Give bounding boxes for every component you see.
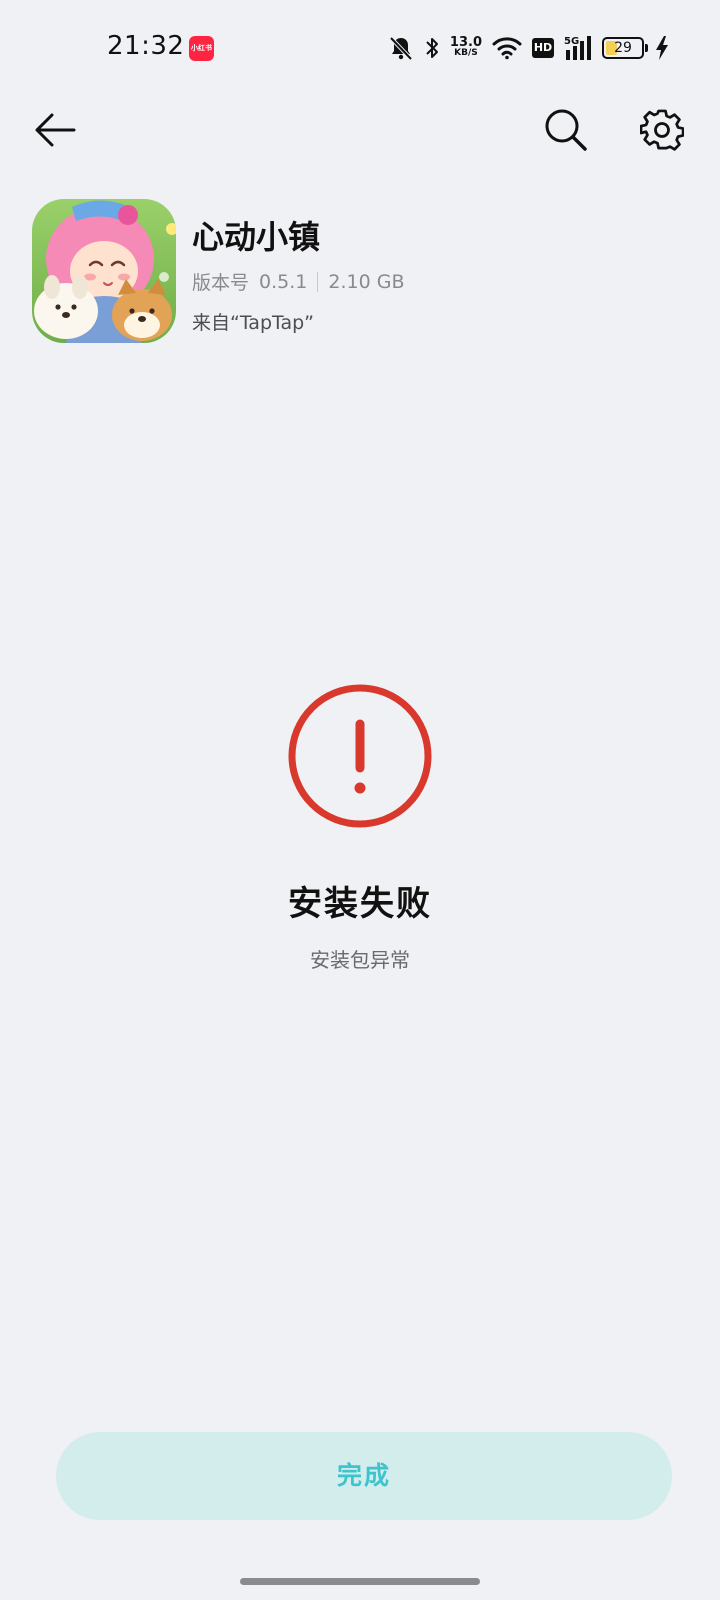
version-label: 版本号: [192, 272, 250, 294]
gear-icon: [640, 109, 684, 151]
settings-button[interactable]: [636, 104, 688, 156]
done-button[interactable]: 完成: [56, 1432, 672, 1520]
version-number: 0.5.1: [259, 270, 308, 293]
status-time: 21:32: [107, 31, 185, 61]
exclamation-circle-icon: [286, 682, 434, 830]
net-speed-unit: KB/S: [454, 48, 478, 58]
app-size: 2.10 GB: [328, 270, 405, 293]
charging-bolt-icon: [654, 35, 670, 61]
status-icons: 13.0 KB/S HD 5G 29: [388, 30, 670, 66]
home-indicator[interactable]: [240, 1578, 480, 1585]
app-name: 心动小镇: [192, 218, 321, 256]
bluetooth-icon: [424, 35, 440, 61]
net-speed-value: 13.0: [449, 35, 482, 50]
result-subtitle: 安装包异常: [310, 948, 410, 972]
wifi-icon: [492, 36, 522, 60]
app-icon: [32, 199, 176, 343]
back-button[interactable]: [30, 105, 80, 155]
battery-indicator: 29: [602, 37, 648, 59]
meta-divider: [317, 271, 319, 292]
mute-bell-icon: [388, 35, 414, 61]
search-button[interactable]: [540, 104, 592, 156]
hd-badge: HD: [532, 38, 554, 58]
network-speed: 13.0 KB/S: [449, 35, 482, 59]
battery-level: 29: [614, 40, 632, 56]
signal-label: 5G: [564, 36, 579, 47]
xiaohongshu-notification-icon: 小红书: [189, 36, 214, 61]
app-meta: 版本号 0.5.1 2.10 GB: [192, 268, 404, 295]
signal-5g-icon: 5G: [564, 34, 592, 62]
search-icon: [545, 109, 587, 151]
arrow-left-icon: [35, 113, 76, 147]
app-source: 来自“TapTap”: [192, 312, 315, 334]
status-bar: 21:32 小红书 13.0 KB/S HD 5G 29: [0, 0, 720, 96]
result-title: 安装失败: [288, 884, 432, 924]
